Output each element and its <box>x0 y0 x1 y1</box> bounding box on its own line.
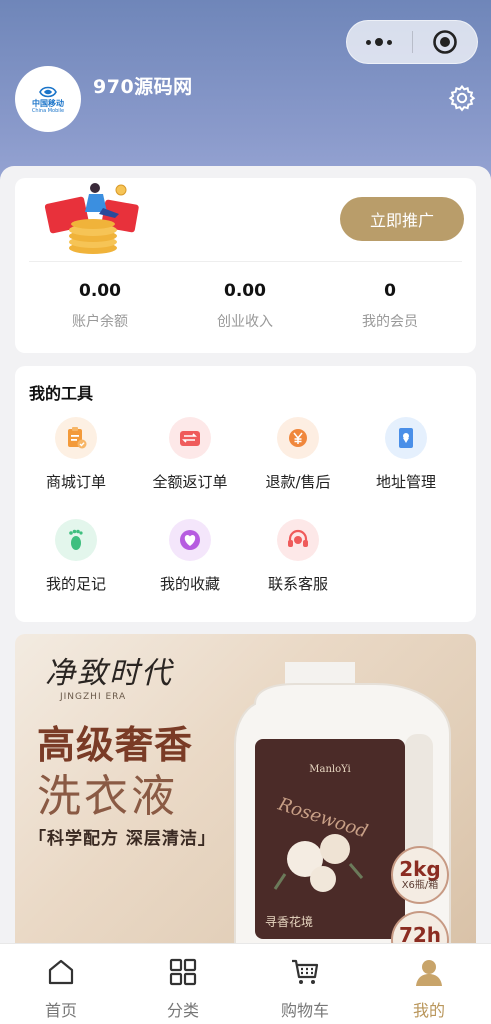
badge-value: 72h <box>398 923 442 943</box>
user-icon <box>416 960 442 986</box>
money-illustration-icon <box>44 183 139 254</box>
divider <box>29 261 462 262</box>
stat-label: 我的会员 <box>362 314 418 330</box>
weight-badge: 2kg X6瓶/箱 <box>391 846 449 904</box>
tool-mall-orders[interactable]: 商城订单 <box>21 417 131 492</box>
logo-text-cn: 中国移动 <box>32 98 64 108</box>
tool-contact-service[interactable]: 联系客服 <box>243 519 353 594</box>
banner-tagline: 「科学配方 深层清洁」 <box>29 829 216 849</box>
tool-label: 我的足记 <box>45 575 106 593</box>
address-icon <box>385 417 427 459</box>
section-title: 我的工具 <box>29 384 94 403</box>
stat-label: 账户余额 <box>72 314 128 330</box>
tool-my-footprints[interactable]: 我的足记 <box>21 519 131 594</box>
tab-mine[interactable]: 我的 <box>368 956 490 1021</box>
badge-value: 2kg <box>399 857 441 881</box>
clipboard-icon <box>55 417 97 459</box>
bottom-tab-bar: 首页 分类 购物车 我的 <box>0 943 491 1024</box>
bottle-brand: ManloYi <box>309 764 350 775</box>
tool-label: 商城订单 <box>45 473 106 491</box>
promote-now-button[interactable]: 立即推广 <box>340 197 464 241</box>
tool-label: 地址管理 <box>375 473 436 491</box>
close-miniprogram-icon[interactable] <box>413 29 478 55</box>
stat-my-members[interactable]: 0 我的会员 <box>315 281 465 331</box>
more-menu-icon[interactable] <box>347 38 412 46</box>
headset-icon <box>277 519 319 561</box>
wallet-icon <box>169 417 211 459</box>
tool-refund-aftersale[interactable]: 退款/售后 <box>243 417 353 492</box>
tab-category[interactable]: 分类 <box>122 956 244 1021</box>
stat-business-income[interactable]: 0.00 创业收入 <box>170 281 320 331</box>
footprint-icon <box>55 519 97 561</box>
tab-label: 首页 <box>44 1001 77 1020</box>
logo-text-en: China Mobile <box>31 107 65 114</box>
bottle-label: 寻香花境 <box>265 914 313 929</box>
my-tools-card: 我的工具 商城订单 全额返订单 退款/售后 地址管理 我的足记 我的收藏 联系客… <box>15 366 476 622</box>
badge-unit: X6瓶/箱 <box>401 880 439 891</box>
stat-value: 0.00 <box>224 281 266 301</box>
stat-value: 0 <box>384 281 396 301</box>
cart-icon <box>292 959 319 984</box>
tool-label: 我的收藏 <box>159 575 220 593</box>
avatar[interactable]: 中国移动 China Mobile <box>15 66 81 132</box>
promotion-card: 立即推广 0.00 账户余额 0.00 创业收入 0 我的会员 <box>15 178 476 353</box>
heart-icon <box>169 519 211 561</box>
tab-home[interactable]: 首页 <box>0 956 122 1021</box>
tab-label: 购物车 <box>280 1001 329 1020</box>
china-mobile-logo-icon <box>39 86 57 97</box>
stat-label: 创业收入 <box>217 314 273 330</box>
banner-brand-en: JINGZHI ERA <box>60 692 127 702</box>
banner-subheadline: 洗衣液 <box>37 771 178 822</box>
product-banner[interactable]: 净致时代 JINGZHI ERA 高级奢香 洗衣液 「科学配方 深层清洁」 Ma… <box>15 634 476 943</box>
stat-value: 0.00 <box>79 281 121 301</box>
tool-label: 全额返订单 <box>152 473 228 491</box>
username: 970源码网 <box>93 76 193 98</box>
tab-label: 我的 <box>412 1001 445 1020</box>
banner-brand: 净致时代 <box>45 656 173 691</box>
gear-icon[interactable] <box>448 84 476 112</box>
grid-icon <box>169 958 197 986</box>
tab-cart[interactable]: 购物车 <box>244 956 366 1021</box>
miniprogram-capsule[interactable] <box>346 20 478 64</box>
tool-address-management[interactable]: 地址管理 <box>351 417 461 492</box>
tab-label: 分类 <box>166 1001 199 1020</box>
tool-my-favorites[interactable]: 我的收藏 <box>135 519 245 594</box>
stat-account-balance[interactable]: 0.00 账户余额 <box>25 281 175 331</box>
home-icon <box>48 959 74 985</box>
tool-full-refund-orders[interactable]: 全额返订单 <box>135 417 245 492</box>
yen-refund-icon <box>277 417 319 459</box>
tool-label: 退款/售后 <box>265 473 331 491</box>
tool-label: 联系客服 <box>267 575 328 593</box>
